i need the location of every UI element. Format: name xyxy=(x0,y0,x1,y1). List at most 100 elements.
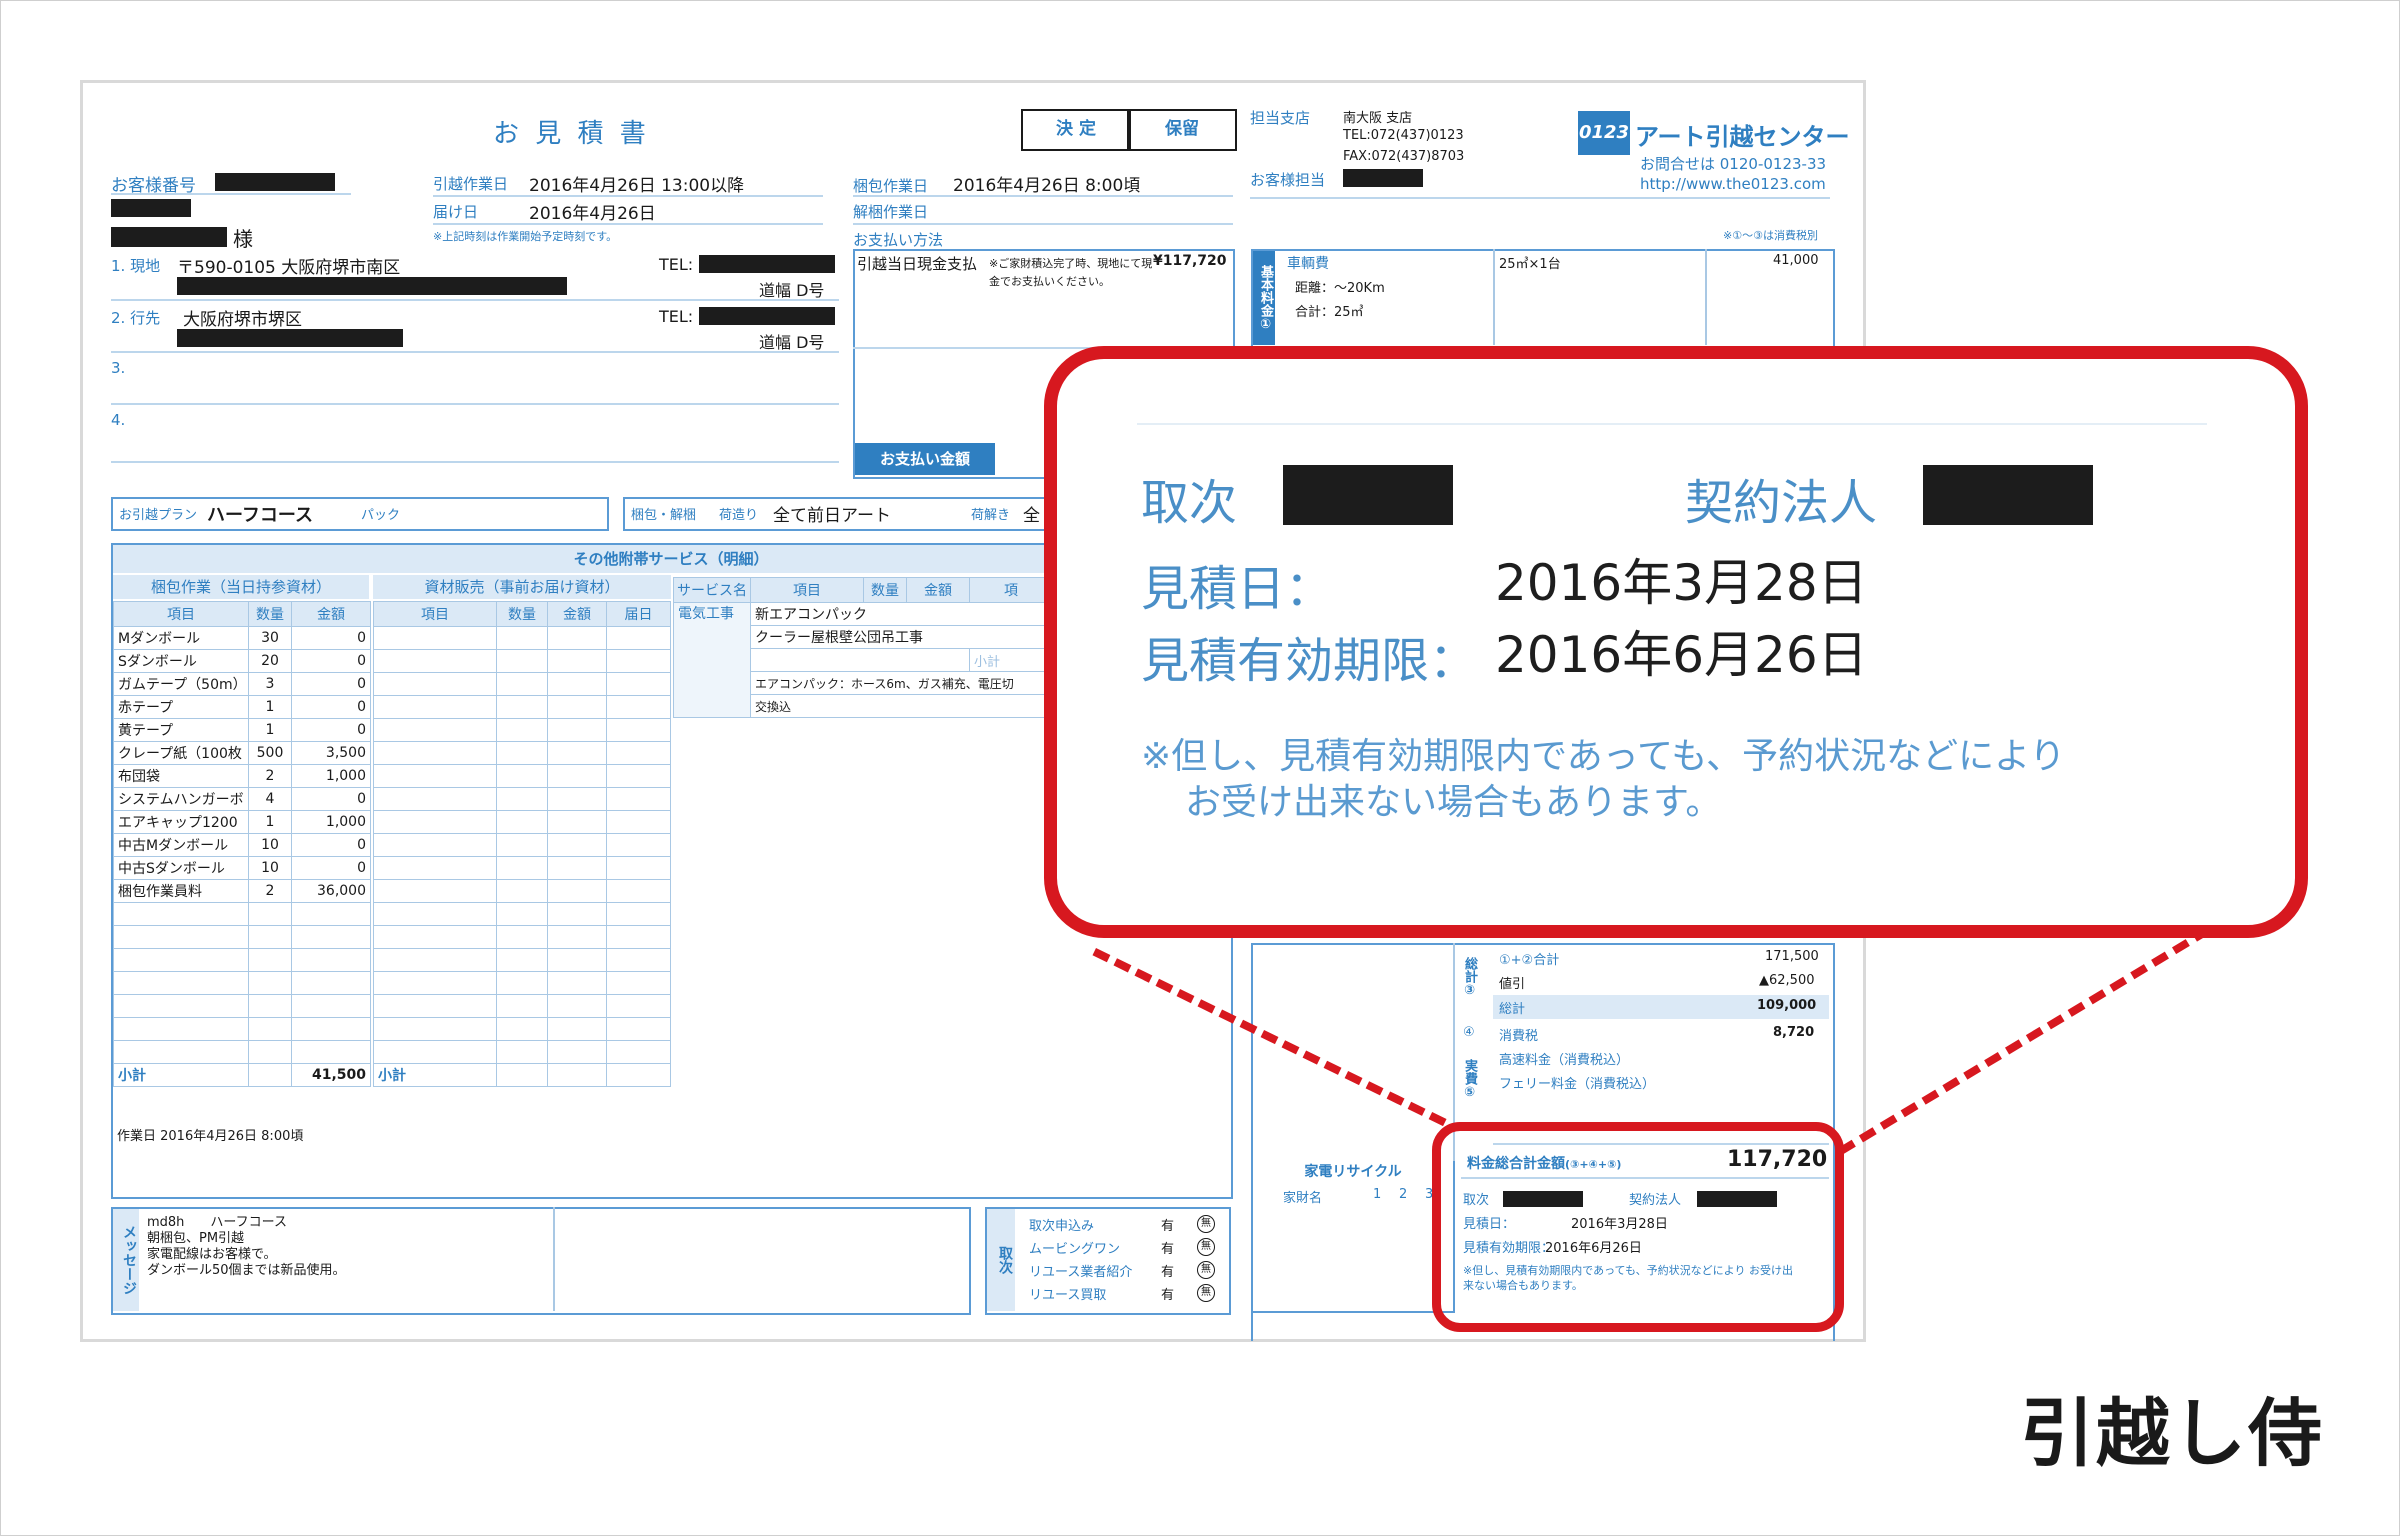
material-empty-row xyxy=(373,810,671,834)
redacted-agent xyxy=(1283,465,1453,525)
pack-empty-row xyxy=(113,948,371,972)
total-volume: 合計：25㎥ xyxy=(1295,305,1364,320)
zoom-callout: 取次 契約法人 見積日： 2016年3月28日 見積有効期限： 2016年6月2… xyxy=(1044,346,2308,938)
referral-item-mark: 無 xyxy=(1197,1238,1215,1256)
material-empty-row xyxy=(373,879,671,903)
redacted-staff xyxy=(1343,169,1423,187)
branch-name: 南大阪 支店 xyxy=(1343,111,1413,126)
pack-item-qty: 3 xyxy=(248,672,292,696)
callout-valid-label: 見積有効期限： xyxy=(1141,633,1478,689)
pack-items-table: 項目 数量 金額 Mダンボール 30 0 Sダンボール 20 0 ガムテープ（50m） 3 0 赤テー… xyxy=(113,601,371,1087)
address1-tel-label: TEL: xyxy=(659,255,694,274)
vehicle-amount: 41,000 xyxy=(1773,253,1819,268)
material-table: 項目 数量 金額 届日 小計 xyxy=(373,601,671,1087)
pack-empty-row xyxy=(113,1040,371,1064)
redacted-tel1 xyxy=(699,255,835,273)
pack-item-amount: 0 xyxy=(291,626,371,650)
pack-work-date: 作業日 2016年4月26日 8:00頃 xyxy=(117,1129,304,1144)
pack-item-amount: 3,500 xyxy=(291,741,371,765)
sum12: 171,500 xyxy=(1765,949,1819,964)
callout-valid-date: 2016年6月26日 xyxy=(1495,626,1868,684)
redacted-address1 xyxy=(177,277,567,295)
pack-item-row: Sダンボール 20 0 xyxy=(113,649,371,673)
callout-est-date-label: 見積日： xyxy=(1141,561,1334,617)
total-label: 総計 xyxy=(1499,1002,1526,1017)
pack-empty-row xyxy=(113,994,371,1018)
company-url: http://www.the0123.com xyxy=(1640,175,1826,193)
ferry-label: フェリー料金（消費税込） xyxy=(1499,1077,1656,1092)
redacted-customer-name xyxy=(111,227,227,247)
pack-item-name: 梱包作業員料 xyxy=(113,879,249,903)
pay-method: 引越当日現金支払 xyxy=(857,255,978,273)
tax: 8,720 xyxy=(1773,1025,1815,1040)
pack-item-amount: 0 xyxy=(291,833,371,857)
material-subtotal-label: 小計 xyxy=(373,1063,497,1087)
pack-item-row: 布団袋 2 1,000 xyxy=(113,764,371,788)
pack-item-amount: 0 xyxy=(291,718,371,742)
sum12-label: ①+②合計 xyxy=(1499,953,1560,968)
unpack-type: 全 xyxy=(1023,506,1040,526)
plan-name: ハーフコース xyxy=(207,505,314,526)
move-date: 2016年4月26日 13:00以降 xyxy=(529,176,745,196)
pack-item-name: 黄テープ xyxy=(113,718,249,742)
pay-method-label: お支払い方法 xyxy=(853,231,944,249)
pack-item-amount: 0 xyxy=(291,649,371,673)
service-desc: エアコンパック：ホース6m、ガス補充、電圧切 xyxy=(750,671,1053,695)
material-empty-row xyxy=(373,672,671,696)
company-name: アート引越センター xyxy=(1635,123,1850,151)
actual-side: 実費⑤ xyxy=(1462,1058,1477,1100)
message-label: メッセージ xyxy=(113,1209,139,1311)
col-amount: 金額 xyxy=(291,601,371,627)
material-empty-row xyxy=(373,1017,671,1041)
callout-est-date: 2016年3月28日 xyxy=(1495,554,1868,612)
material-col-item: 項目 xyxy=(373,601,497,627)
move-date-label: 引越作業日 xyxy=(433,175,509,193)
referral-item-name: リユース業者紹介 xyxy=(1029,1265,1133,1280)
pack-item-row: エアキャップ1200 1 1,000 xyxy=(113,810,371,834)
pack-subtotal-label: 小計 xyxy=(113,1063,249,1087)
honorific: 様 xyxy=(233,227,253,251)
referral-label: 取次 xyxy=(987,1209,1015,1311)
vehicle-fee-label: 車輌費 xyxy=(1287,256,1329,272)
pack-empty-row xyxy=(113,902,371,926)
unpack-date-label: 解梱作業日 xyxy=(853,203,929,221)
branch-tel: TEL:072(437)0123 xyxy=(1343,128,1464,143)
address2-label: 2. 行先 xyxy=(111,309,161,327)
material-empty-row xyxy=(373,1040,671,1064)
pack-item-name: Sダンボール xyxy=(113,649,249,673)
pack-item-row: システムハンガーボ 4 0 xyxy=(113,787,371,811)
appliance-box xyxy=(1251,1161,1455,1313)
hold-stamp: 保留 xyxy=(1127,109,1237,151)
tax-number: ④ xyxy=(1463,1025,1475,1040)
pay-note: ※ご家財積込完了時、現地にて現金でお支払いください。 xyxy=(989,257,1153,288)
pack-empty-row xyxy=(113,925,371,949)
address4-label: 4. xyxy=(111,411,126,429)
pack-item-amount: 1,000 xyxy=(291,764,371,788)
callout-note-line2: お受け出来ない場合もあります。 xyxy=(1185,782,1722,823)
pay-total-label: お支払い金額 xyxy=(855,443,995,475)
pack-item-row: 中古Sダンボール 10 0 xyxy=(113,856,371,880)
pack-item-amount: 0 xyxy=(291,672,371,696)
total: 109,000 xyxy=(1757,998,1817,1013)
pack-item-row: 梱包作業員料 2 36,000 xyxy=(113,879,371,903)
pack-item-qty: 500 xyxy=(248,741,292,765)
service-col-remark: 項 xyxy=(969,577,1053,603)
material-col-amount: 金額 xyxy=(547,601,607,627)
redacted-tel2 xyxy=(699,307,835,325)
pack-date-label: 梱包作業日 xyxy=(853,177,929,195)
referral-item-value: 有 xyxy=(1161,1265,1175,1280)
highway-label: 高速料金（消費税込） xyxy=(1499,1053,1630,1068)
tax-note: ※①〜③は消費税別 xyxy=(1723,229,1818,242)
pack-empty-row xyxy=(113,1017,371,1041)
pack-item-qty: 1 xyxy=(248,810,292,834)
distance: 距離：〜20Km xyxy=(1295,281,1385,296)
material-empty-row xyxy=(373,626,671,650)
plan-label: お引越プラン xyxy=(119,508,198,523)
pack-subtotal: 41,500 xyxy=(291,1063,371,1087)
pack-item-name: 中古Mダンボール xyxy=(113,833,249,857)
pack-item-row: ガムテープ（50m） 3 0 xyxy=(113,672,371,696)
pack-item-qty: 10 xyxy=(248,833,292,857)
pack-item-qty: 2 xyxy=(248,764,292,788)
pack-item-name: 中古Sダンボール xyxy=(113,856,249,880)
address2-road: 道幅 D号 xyxy=(759,333,825,352)
